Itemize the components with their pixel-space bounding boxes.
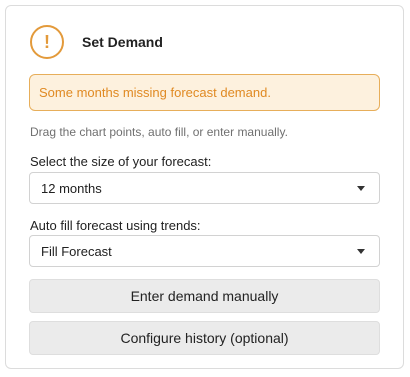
instruction-text: Drag the chart points, auto fill, or ent… [30, 125, 288, 139]
auto-fill-label: Auto fill forecast using trends: [30, 218, 201, 233]
panel-header: ! Set Demand [30, 22, 163, 62]
forecast-size-value: 12 months [41, 180, 102, 196]
set-demand-panel: ! Set Demand Some months missing forecas… [5, 5, 404, 369]
chevron-down-icon [357, 186, 365, 191]
chevron-down-icon [357, 249, 365, 254]
missing-demand-alert: Some months missing forecast demand. [29, 74, 380, 111]
panel-title: Set Demand [82, 34, 163, 50]
forecast-size-label: Select the size of your forecast: [30, 154, 212, 169]
forecast-size-select[interactable]: 12 months [29, 172, 380, 204]
enter-demand-manually-button[interactable]: Enter demand manually [29, 279, 380, 313]
auto-fill-value: Fill Forecast [41, 243, 112, 259]
alert-text: Some months missing forecast demand. [39, 85, 271, 100]
warning-icon: ! [30, 25, 64, 59]
configure-history-button[interactable]: Configure history (optional) [29, 321, 380, 355]
auto-fill-select[interactable]: Fill Forecast [29, 235, 380, 267]
